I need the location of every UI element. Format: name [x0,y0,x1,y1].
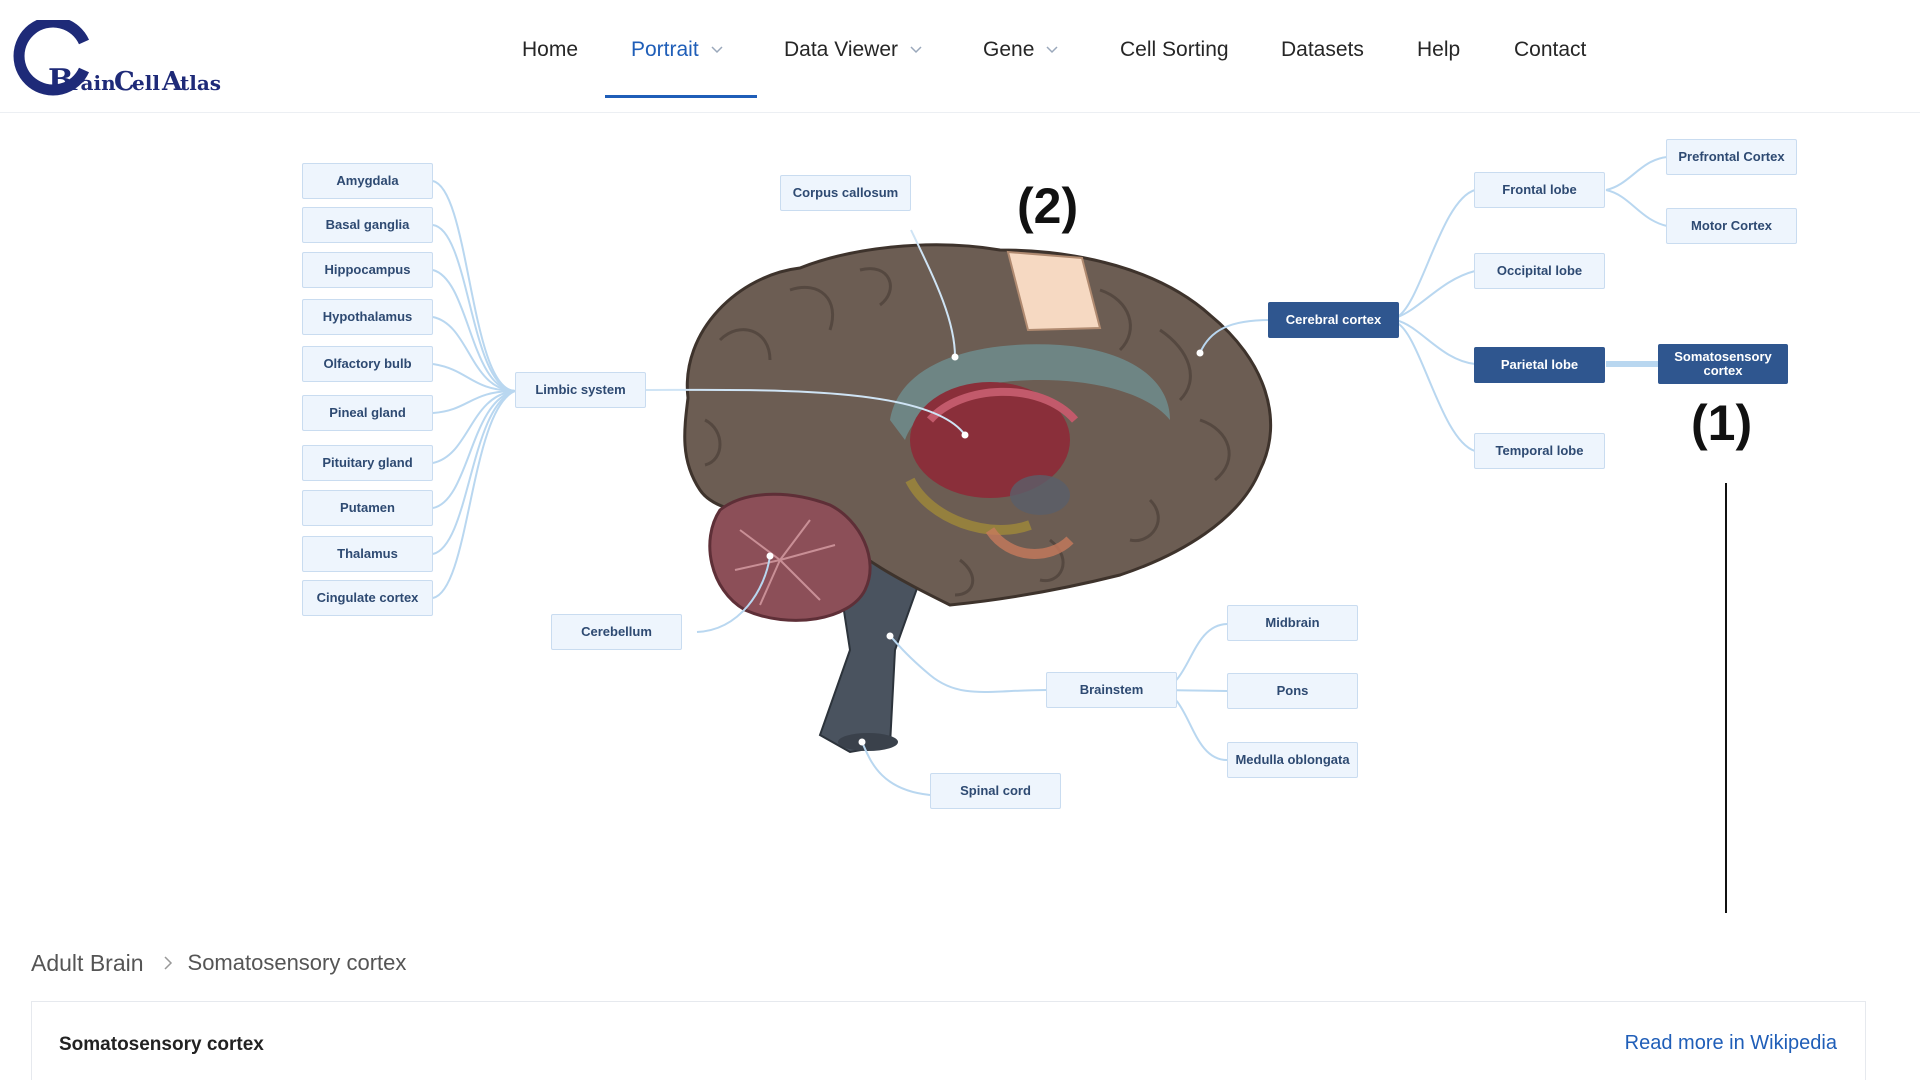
node-thalamus[interactable]: Thalamus [302,536,433,572]
node-label: Hippocampus [324,262,411,277]
node-frontal-lobe[interactable]: Frontal lobe [1474,172,1605,208]
brain-illustration[interactable] [683,243,1273,754]
nav-cell-sorting-label: Cell Sorting [1120,38,1229,61]
nav-data-viewer[interactable]: Data Viewer [784,0,922,100]
node-label: Hypothalamus [322,309,413,324]
breadcrumb-current: Somatosensory cortex [187,950,407,975]
nav-data-viewer-label: Data Viewer [784,38,899,61]
node-hippocampus[interactable]: Hippocampus [302,252,433,288]
annotation-label-1: (1) [1691,395,1753,451]
main-nav: Home Portrait Data Viewer Gene Cell Sort… [0,0,1920,113]
node-label: Medulla oblongata [1235,752,1350,767]
nav-portrait[interactable]: Portrait [631,0,723,100]
nav-gene-label: Gene [983,38,1035,61]
chevron-down-icon [1046,46,1058,54]
region-info-panel: Somatosensory cortex Read more in Wikipe… [31,1001,1866,1080]
node-label: Cerebellum [581,624,652,639]
node-brainstem[interactable]: Brainstem [1046,672,1177,708]
nav-datasets-label: Datasets [1281,38,1364,61]
top-header: B rain C ell A tlas Home Portrait Data V… [0,0,1920,113]
node-label: Temporal lobe [1495,443,1584,458]
node-label: Corpus callosum [792,185,899,200]
node-parietal-lobe[interactable]: Parietal lobe [1474,347,1605,383]
node-label: Pineal gland [329,405,406,420]
node-cingulate-cortex[interactable]: Cingulate cortex [302,580,433,616]
node-amygdala[interactable]: Amygdala [302,163,433,199]
node-limbic-system[interactable]: Limbic system [515,372,646,408]
node-label: Frontal lobe [1502,182,1577,197]
brain-region-diagram: Amygdala Basal ganglia Hippocampus Hypot… [0,113,1920,913]
node-label: Basal ganglia [325,217,410,232]
node-prefrontal-cortex[interactable]: Prefrontal Cortex [1666,139,1797,175]
chevron-down-icon [711,46,723,54]
node-label: Cingulate cortex [316,590,419,605]
node-medulla-oblongata[interactable]: Medulla oblongata [1227,742,1358,778]
node-pons[interactable]: Pons [1227,673,1358,709]
node-somatosensory-cortex[interactable]: Somatosensory cortex [1658,344,1788,384]
panel-title: Somatosensory cortex [59,1034,264,1055]
node-label: Occipital lobe [1496,263,1583,278]
node-hypothalamus[interactable]: Hypothalamus [302,299,433,335]
node-label: Spinal cord [960,783,1031,798]
nav-help-label: Help [1417,38,1461,61]
nav-contact-label: Contact [1514,38,1587,61]
node-label: Thalamus [337,546,398,561]
node-corpus-callosum[interactable]: Corpus callosum [780,175,911,211]
node-label: Midbrain [1265,615,1320,630]
node-motor-cortex[interactable]: Motor Cortex [1666,208,1797,244]
node-basal-ganglia[interactable]: Basal ganglia [302,207,433,243]
chevron-right-icon [163,956,172,970]
wikipedia-link[interactable]: Read more in Wikipedia [1625,1032,1837,1055]
chevron-down-icon [910,46,922,54]
node-label: Parietal lobe [1500,357,1579,372]
breadcrumb: Adult Brain Somatosensory cortex [31,948,406,978]
nav-datasets[interactable]: Datasets [1281,0,1364,100]
nav-home[interactable]: Home [522,0,578,100]
nav-contact[interactable]: Contact [1514,0,1586,100]
node-occipital-lobe[interactable]: Occipital lobe [1474,253,1605,289]
node-cerebral-cortex[interactable]: Cerebral cortex [1268,302,1399,338]
node-spinal-cord[interactable]: Spinal cord [930,773,1061,809]
node-label: Pons [1276,683,1309,698]
node-label: Amygdala [336,173,399,188]
nav-portrait-label: Portrait [631,38,699,61]
node-temporal-lobe[interactable]: Temporal lobe [1474,433,1605,469]
node-label: Prefrontal Cortex [1678,149,1785,164]
node-pituitary-gland[interactable]: Pituitary gland [302,445,433,481]
node-label: Brainstem [1079,682,1144,697]
node-label: Somatosensory cortex [1674,349,1772,378]
nav-home-label: Home [522,38,579,61]
node-label: Pituitary gland [322,455,413,470]
annotation-label-2: (2) [1017,178,1079,234]
node-label: Olfactory bulb [323,356,412,371]
node-pineal-gland[interactable]: Pineal gland [302,395,433,431]
node-label: Putamen [340,500,395,515]
node-label: Motor Cortex [1691,218,1772,233]
node-olfactory-bulb[interactable]: Olfactory bulb [302,346,433,382]
node-midbrain[interactable]: Midbrain [1227,605,1358,641]
active-tab-indicator [605,95,757,98]
node-label: Limbic system [535,382,626,397]
nav-gene[interactable]: Gene [983,0,1058,100]
nav-help[interactable]: Help [1417,0,1460,100]
node-putamen[interactable]: Putamen [302,490,433,526]
node-label: Cerebral cortex [1285,312,1382,327]
breadcrumb-root[interactable]: Adult Brain [31,950,144,977]
node-cerebellum[interactable]: Cerebellum [551,614,682,650]
nav-cell-sorting[interactable]: Cell Sorting [1120,0,1229,100]
